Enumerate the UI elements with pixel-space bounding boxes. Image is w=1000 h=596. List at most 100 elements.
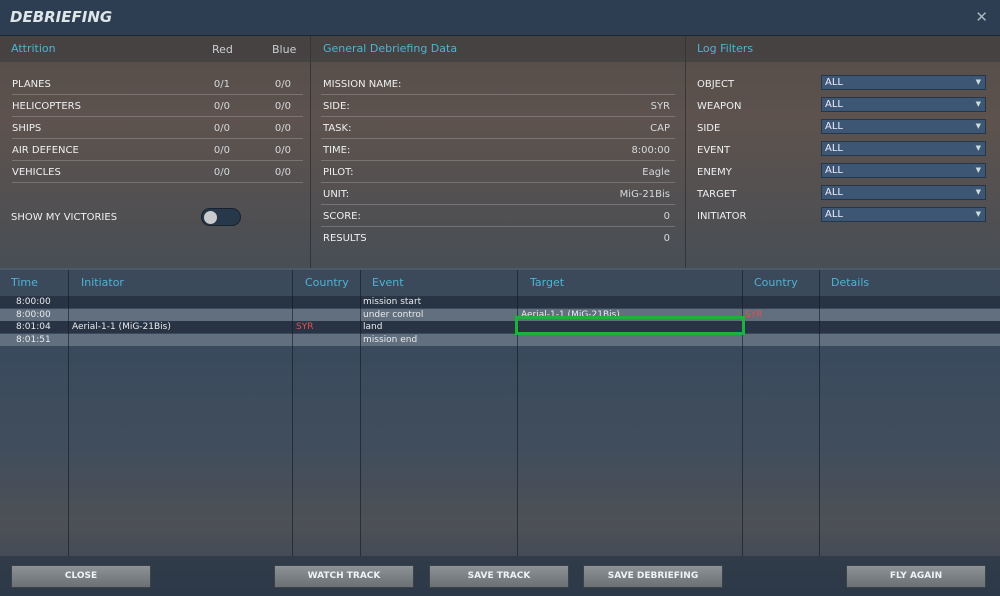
cell-time: 8:01:04: [16, 322, 51, 332]
filter-label: OBJECT: [697, 79, 735, 90]
show-victories-label: SHOW MY VICTORIES: [11, 212, 118, 223]
filter-side-dropdown[interactable]: ALL ▼: [821, 119, 986, 134]
col-target[interactable]: Target: [530, 276, 564, 289]
row-divider: [12, 182, 303, 183]
col-event[interactable]: Event: [372, 276, 404, 289]
save-debriefing-button[interactable]: SAVE DEBRIEFING: [583, 565, 723, 588]
close-button[interactable]: CLOSE: [11, 565, 151, 588]
general-header: General Debriefing Data: [311, 36, 685, 62]
filter-label: ENEMY: [697, 167, 732, 178]
red-value: 0/0: [213, 145, 230, 156]
col-target-country[interactable]: Country: [754, 276, 798, 289]
filter-label: TARGET: [697, 189, 737, 200]
blue-column-heading: Blue: [272, 43, 297, 56]
table-row[interactable]: 8:01:04 Aerial-1-1 (MiG-21Bis) SYR land: [0, 321, 1000, 333]
general-value: 0: [663, 233, 670, 244]
table-row[interactable]: 8:00:00 under control Aerial-1-1 (MiG-21Bi…: [0, 308, 1000, 321]
show-victories-toggle[interactable]: [201, 208, 241, 226]
chevron-down-icon: ▼: [975, 78, 981, 86]
highlight-box: [515, 316, 745, 335]
blue-value: 0/0: [274, 123, 291, 134]
summary-panel: Attrition Red Blue General Debriefing Da…: [0, 36, 1000, 268]
general-label: TASK:: [323, 123, 352, 134]
column-divider: [360, 270, 361, 556]
row-divider: [12, 160, 303, 161]
chevron-down-icon: ▼: [975, 188, 981, 196]
dropdown-value: ALL: [825, 143, 843, 154]
table-row[interactable]: 8:01:51 mission end: [0, 333, 1000, 346]
general-label: SIDE:: [323, 101, 350, 112]
cell-time: 8:00:00: [16, 309, 51, 320]
general-heading: General Debriefing Data: [323, 42, 458, 55]
cell-event: under control: [363, 309, 424, 320]
column-divider: [742, 270, 743, 556]
red-value: 0/0: [213, 101, 230, 112]
window-title: DEBRIEFING: [10, 8, 113, 26]
dropdown-value: ALL: [825, 209, 843, 220]
row-divider: [321, 204, 675, 205]
dropdown-value: ALL: [825, 77, 843, 88]
row-divider: [321, 138, 675, 139]
dropdown-value: ALL: [825, 165, 843, 176]
row-divider: [12, 138, 303, 139]
row-divider: [321, 226, 675, 227]
attrition-heading: Attrition: [11, 42, 56, 55]
attrition-header: Attrition Red Blue: [0, 36, 310, 62]
chevron-down-icon: ▼: [975, 144, 981, 152]
cell-target-country: SYR: [745, 309, 763, 320]
chevron-down-icon: ▼: [975, 122, 981, 130]
fly-again-button[interactable]: FLY AGAIN: [846, 565, 986, 588]
watch-track-button[interactable]: WATCH TRACK: [274, 565, 414, 588]
column-divider: [68, 270, 69, 556]
general-label: MISSION NAME:: [323, 79, 402, 90]
general-value: 0: [663, 211, 670, 222]
row-divider: [12, 116, 303, 117]
divider: [310, 36, 311, 268]
filter-enemy-dropdown[interactable]: ALL ▼: [821, 163, 986, 178]
filter-weapon-dropdown[interactable]: ALL ▼: [821, 97, 986, 112]
chevron-down-icon: ▼: [975, 100, 981, 108]
close-icon[interactable]: ✕: [975, 8, 988, 26]
column-divider: [517, 270, 518, 556]
blue-value: 0/0: [274, 167, 291, 178]
col-time[interactable]: Time: [11, 276, 38, 289]
filter-object-dropdown[interactable]: ALL ▼: [821, 75, 986, 90]
column-divider: [292, 270, 293, 556]
attrition-label: AIR DEFENCE: [12, 145, 79, 156]
title-bar: DEBRIEFING ✕: [0, 0, 1000, 36]
chevron-down-icon: ▼: [975, 166, 981, 174]
filters-heading: Log Filters: [697, 42, 754, 55]
filter-label: EVENT: [697, 145, 731, 156]
save-track-button[interactable]: SAVE TRACK: [429, 565, 569, 588]
general-value: SYR: [650, 101, 670, 112]
red-column-heading: Red: [212, 43, 233, 56]
attrition-label: HELICOPTERS: [12, 101, 81, 112]
filter-event-dropdown[interactable]: ALL ▼: [821, 141, 986, 156]
blue-value: 0/0: [274, 145, 291, 156]
general-value: MiG-21Bis: [619, 189, 670, 200]
general-value: Eagle: [642, 167, 670, 178]
col-country[interactable]: Country: [305, 276, 349, 289]
column-divider: [819, 270, 820, 556]
attrition-label: SHIPS: [12, 123, 42, 134]
general-label: TIME:: [323, 145, 351, 156]
col-initiator[interactable]: Initiator: [81, 276, 124, 289]
filter-label: INITIATOR: [697, 211, 747, 222]
general-label: SCORE:: [323, 211, 361, 222]
row-divider: [321, 94, 675, 95]
event-log-table: Time Initiator Country Event Target Coun…: [0, 270, 1000, 556]
blue-value: 0/0: [274, 79, 291, 90]
blue-value: 0/0: [274, 101, 291, 112]
filter-target-dropdown[interactable]: ALL ▼: [821, 185, 986, 200]
general-label: PILOT:: [323, 167, 354, 178]
red-value: 0/0: [213, 167, 230, 178]
filter-initiator-dropdown[interactable]: ALL ▼: [821, 207, 986, 222]
col-details[interactable]: Details: [831, 276, 869, 289]
cell-time: 8:00:00: [16, 297, 51, 307]
toggle-knob: [204, 211, 217, 224]
cell-time: 8:01:51: [16, 334, 51, 345]
table-row[interactable]: 8:00:00 mission start: [0, 296, 1000, 308]
row-divider: [321, 116, 675, 117]
red-value: 0/1: [213, 79, 230, 90]
general-value: 8:00:00: [631, 145, 670, 156]
